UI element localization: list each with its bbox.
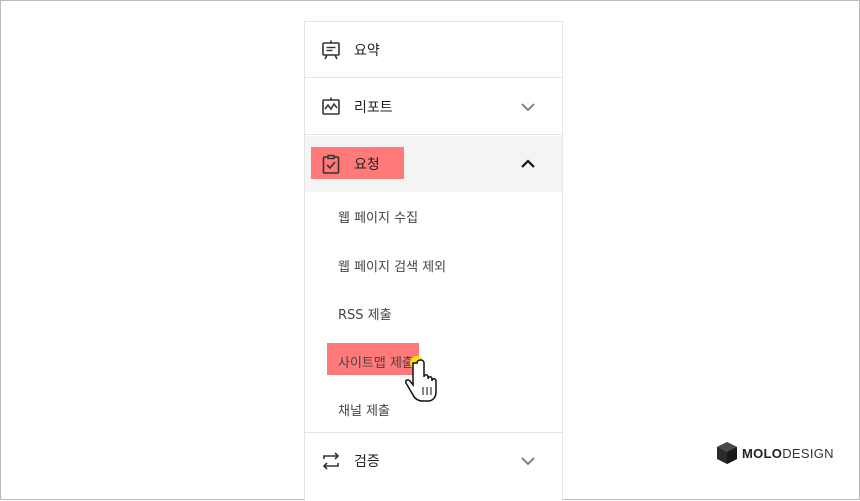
chart-board-icon (322, 97, 340, 115)
chevron-down-icon[interactable] (520, 99, 536, 115)
menu-item-request[interactable]: 요청 (305, 136, 562, 192)
logo-text-light: DESIGN (782, 446, 834, 461)
clipboard-check-icon (322, 154, 340, 174)
menu-item-report[interactable]: 리포트 (305, 79, 562, 135)
sidebar-menu: 요약 리포트 요청 웹 페이지 수집 웹 페이지 검색 제외 RSS 제출 사이… (304, 21, 563, 501)
chevron-up-icon[interactable] (520, 156, 536, 172)
logo-text-bold: MOLO (742, 446, 783, 461)
submenu-item-sitemap-submit[interactable]: 사이트맵 제출 (338, 352, 414, 371)
submenu-item-rss-submit[interactable]: RSS 제출 (338, 304, 392, 323)
presentation-board-icon (322, 40, 340, 60)
cube-logo-icon (717, 442, 737, 464)
submenu-item-web-page-exclude[interactable]: 웹 페이지 검색 제외 (338, 256, 446, 275)
submenu-item-web-page-crawl[interactable]: 웹 페이지 수집 (338, 207, 418, 226)
menu-item-verify[interactable]: 검증 (305, 433, 562, 489)
menu-label-report: 리포트 (354, 100, 393, 116)
chevron-down-icon[interactable] (520, 453, 536, 469)
arrows-swap-icon (322, 452, 340, 470)
menu-label-verify: 검증 (354, 454, 380, 470)
menu-item-summary[interactable]: 요약 (305, 22, 562, 78)
menu-label-request: 요청 (354, 157, 380, 173)
hand-pointer-cursor-icon (405, 356, 437, 402)
menu-label-summary: 요약 (354, 43, 380, 59)
submenu-item-channel-submit[interactable]: 채널 제출 (338, 400, 390, 419)
molodesign-logo: MOLODESIGN (716, 441, 834, 467)
